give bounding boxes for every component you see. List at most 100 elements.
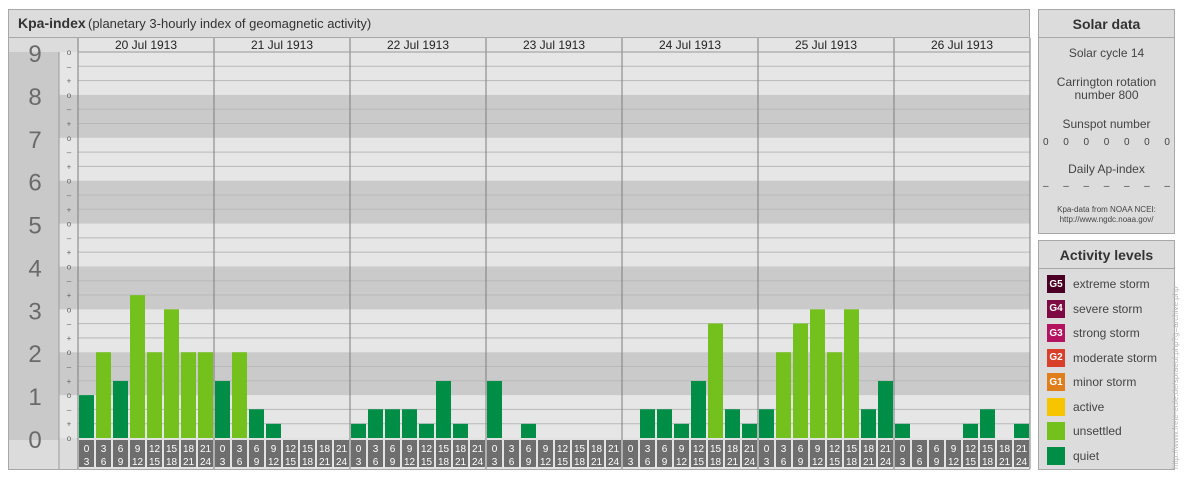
legend-item-active: active <box>1047 397 1104 416</box>
ap-value: – <box>1083 181 1090 192</box>
ap-value: – <box>1063 181 1069 192</box>
legend-swatch: G3 <box>1047 324 1065 342</box>
time-end-label: 18 <box>438 457 450 468</box>
activity-title: Activity levels <box>1059 247 1154 263</box>
time-end-label: 24 <box>744 457 756 468</box>
kp-bar <box>79 395 94 438</box>
time-start-label: 3 <box>645 444 651 455</box>
y-minor-tick-label: – <box>67 191 72 200</box>
solar-title: Solar data <box>1072 16 1141 32</box>
time-start-label: 21 <box>200 444 212 455</box>
kp-bar <box>640 409 655 438</box>
y-minor-tick-label: o <box>67 177 72 186</box>
time-end-label: 15 <box>557 457 569 468</box>
kp-bar <box>402 409 417 438</box>
kp-bar <box>96 352 111 438</box>
kp-bar <box>249 409 264 438</box>
kp-bar <box>419 423 434 438</box>
kp-bar <box>368 409 383 438</box>
y-major-tick-label: 0 <box>28 427 41 454</box>
time-end-label: 3 <box>492 457 498 468</box>
time-end-label: 12 <box>676 457 688 468</box>
kp-bar <box>215 380 230 438</box>
time-start-label: 18 <box>591 444 603 455</box>
y-minor-tick-label: o <box>67 434 72 443</box>
time-start-label: 18 <box>727 444 739 455</box>
time-start-label: 6 <box>526 444 532 455</box>
kp-bar <box>674 423 689 438</box>
legend-swatch: G4 <box>1047 299 1065 318</box>
y-major-tick-label: 8 <box>28 84 41 111</box>
time-start-label: 21 <box>1016 444 1028 455</box>
kp-bar <box>895 423 910 438</box>
time-start-label: 9 <box>543 444 549 455</box>
sunspot-value: 0 <box>1083 137 1090 148</box>
time-start-label: 9 <box>135 444 141 455</box>
kp-bar <box>1014 423 1029 438</box>
y-minor-tick-label: – <box>67 62 72 71</box>
kp-bar <box>742 423 757 438</box>
watermark: http://www.freie-eule.de/spraeul.php?g=a… <box>1171 286 1180 469</box>
legend-label: minor storm <box>1073 375 1137 389</box>
solar-data-panel: Solar data Solar cycle 14 Carrington rot… <box>1038 9 1175 234</box>
y-major-tick-label: 1 <box>28 384 41 411</box>
kp-bar <box>147 352 162 438</box>
y-major-tick-label: 3 <box>28 298 41 325</box>
kp-bar <box>351 423 366 438</box>
legend-swatch: G5 <box>1047 275 1065 293</box>
time-start-label: 3 <box>781 444 787 455</box>
kp-bar <box>810 309 825 438</box>
y-minor-tick-label: – <box>67 148 72 157</box>
kp-bar <box>844 309 859 438</box>
time-end-label: 24 <box>200 457 212 468</box>
kp-bar <box>759 409 774 438</box>
ap-value: – <box>1144 181 1150 192</box>
legend-swatch <box>1047 397 1065 416</box>
legend-label: severe storm <box>1073 301 1143 316</box>
time-start-label: 3 <box>509 444 515 455</box>
day-label: 23 Jul 1913 <box>523 38 585 52</box>
sunspot-value: 0 <box>1144 137 1150 148</box>
kp-bar <box>980 409 995 438</box>
kp-bar <box>436 380 451 438</box>
time-start-label: 18 <box>183 444 195 455</box>
day-label: 20 Jul 1913 <box>115 38 177 52</box>
time-start-label: 0 <box>220 444 226 455</box>
ap-value: – <box>1103 181 1110 192</box>
time-start-label: 21 <box>744 444 756 455</box>
time-end-label: 3 <box>900 457 906 468</box>
day-label: 26 Jul 1913 <box>931 38 993 52</box>
time-end-label: 12 <box>268 457 280 468</box>
time-end-label: 9 <box>254 457 260 468</box>
level-band <box>9 137 1030 181</box>
day-label: 21 Jul 1913 <box>251 38 313 52</box>
time-end-label: 24 <box>1016 457 1028 468</box>
kp-bar <box>453 423 468 438</box>
source-line-1: Kpa-data from NOAA NCEI: <box>1057 205 1156 214</box>
y-minor-tick-label: – <box>67 234 72 243</box>
sunspot-value: 0 <box>1043 137 1049 148</box>
time-start-label: 21 <box>472 444 484 455</box>
time-start-label: 9 <box>407 444 413 455</box>
y-minor-tick-label: + <box>67 162 72 171</box>
kp-bar <box>198 352 213 438</box>
y-minor-tick-label: + <box>67 377 72 386</box>
time-end-label: 6 <box>917 457 923 468</box>
sunspot-label: Sunspot number <box>1062 117 1151 131</box>
time-end-label: 12 <box>540 457 552 468</box>
legend-item-minor-storm: G1 minor storm <box>1047 373 1136 391</box>
y-minor-tick-label: – <box>67 277 72 286</box>
time-end-label: 21 <box>591 457 603 468</box>
y-minor-tick-label: + <box>67 205 72 214</box>
day-label: 22 Jul 1913 <box>387 38 449 52</box>
y-minor-tick-label: o <box>67 220 72 229</box>
time-end-label: 3 <box>84 457 90 468</box>
time-start-label: 0 <box>356 444 362 455</box>
kp-bar <box>776 352 791 438</box>
time-end-label: 12 <box>404 457 416 468</box>
legend-label: unsettled <box>1073 424 1122 438</box>
source-link[interactable]: http://www.ngdc.noaa.gov/ <box>1039 215 1174 225</box>
time-end-label: 15 <box>829 457 841 468</box>
time-start-label: 15 <box>710 444 722 455</box>
ap-label: Daily Ap-index <box>1068 162 1145 176</box>
